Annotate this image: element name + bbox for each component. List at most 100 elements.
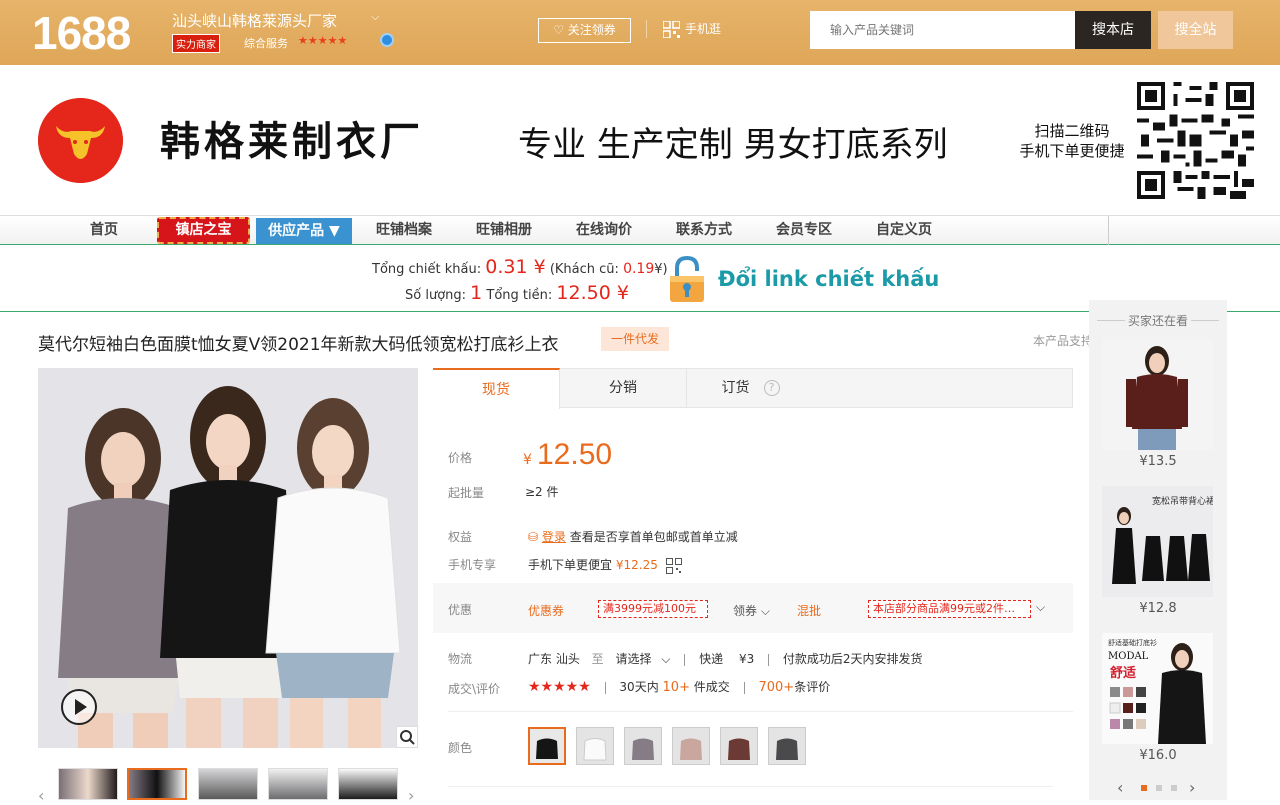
nav-custom[interactable]: 自定义页 [876,216,932,245]
nav-treasure[interactable]: 镇店之宝 [157,217,250,244]
color-swatch-black[interactable] [528,727,566,765]
nav-archive[interactable]: 旺铺档案 [376,216,432,245]
qr-tip-line1: 扫描二维码 [1034,122,1110,140]
color-swatch-dark-grey[interactable] [768,727,806,765]
coupon-tag[interactable]: 满3999元减100元 [598,600,708,618]
change-discount-link[interactable]: Đổi link chiết khấu [718,267,939,291]
mixed-batch-tag[interactable]: 本店部分商品满99元或2件… [868,600,1031,618]
thumbnail-strip: ‹ › [38,768,418,805]
chevron-down-icon[interactable]: ⌵ [1036,600,1045,615]
review-count[interactable]: 700+ [758,680,794,695]
buyers-also-viewing-panel: 买家还在看 ¥13.5 宽松吊带背心裙 ¥12.8 舒适基础打底衫 MODAL … [1089,300,1227,800]
product-photo: 宽松吊带背心裙 [1102,486,1213,597]
recommended-product-image[interactable]: 舒适基础打底衫 MODAL 舒适 [1102,633,1213,744]
play-video-icon[interactable] [60,688,98,726]
nav-inquiry[interactable]: 在线询价 [576,216,632,245]
claim-coupon-label: 领券 [733,604,758,618]
divider [646,20,647,38]
color-swatch-wine[interactable] [720,727,758,765]
color-swatch-grey[interactable] [624,727,662,765]
follow-coupon-button[interactable]: ♡ 关注领券 [538,18,631,43]
discount-summary: Tổng chiết khấu: 0.31 ¥ (Khách cũ: 0.19¥… [372,256,668,278]
divider [448,786,1053,787]
mobile-browse-link[interactable]: 手机逛 [663,20,721,38]
zoom-icon[interactable] [396,726,418,748]
dropship-tag: 一件代发 [601,327,669,351]
mixed-batch-label: 混批 [797,604,822,618]
thumbnail[interactable] [127,768,187,800]
wangwang-chat-icon[interactable] [380,33,394,47]
heart-icon: ♡ [553,23,568,37]
claim-coupon-button[interactable]: 领券 ⌵ [733,602,770,619]
mobile-price: ¥12.25 [615,558,658,572]
qr-tip-line2: 手机下单更便捷 [1019,142,1125,160]
moq-label: 起批量 [448,486,485,500]
nav-home[interactable]: 首页 [90,216,118,245]
logistics-destination-select[interactable]: 请选择 ⌵ [616,652,671,666]
logistics-label: 物流 [448,652,473,666]
brand-slogan: 专业 生产定制 男女打底系列 [518,125,948,165]
site-logo[interactable]: 1688 [32,6,131,60]
nav-supply-products[interactable]: 供应产品 ▼ [256,218,352,244]
promo-label: 优惠 [448,603,473,617]
chevron-left-icon[interactable]: ‹ [38,786,44,805]
logistics-from: 广东 汕头 [528,652,580,666]
shop-name[interactable]: 汕头峡山韩格莱源头厂家 [172,10,337,31]
mobile-browse-label: 手机逛 [685,22,722,36]
benefit-text: 查看是否享首单包邮或首单立减 [569,530,738,544]
carousel-dot[interactable] [1171,785,1177,791]
recommended-product-image[interactable] [1102,339,1213,450]
chevron-left-icon[interactable]: ‹ [1117,778,1123,797]
chevron-down-icon[interactable]: ⌵ [371,10,379,24]
top-bar: 1688 汕头峡山韩格莱源头厂家 ⌵ 实力商家 综合服务 ★★★★★ ♡ 关注领… [0,0,1280,65]
qr-code-icon[interactable] [665,557,682,574]
carousel-dot[interactable] [1141,785,1147,791]
recommended-price: ¥13.5 [1139,454,1177,469]
tab-spot[interactable]: 现货 [433,368,560,409]
color-swatch-white[interactable] [576,727,614,765]
tab-distribution[interactable]: 分销 [560,368,687,408]
review-unit: 条评价 [794,680,831,694]
lock-icon [670,255,704,302]
handwritten-label: 舒适 [1110,665,1136,681]
support-text: 本产品支持 [1033,334,1089,348]
swatch-image [625,728,661,764]
nav-album[interactable]: 旺铺相册 [476,216,532,245]
brand-title: 韩格莱制衣厂 [160,118,424,165]
thumbnail[interactable] [338,768,398,800]
divider [1108,216,1109,245]
logistics-row: 广东 汕头 至 请选择 ⌵ 快递 ¥3 付款成功后2天内安排发货 [528,650,923,667]
old-customer-unit: ¥) [654,262,668,277]
thumbnail[interactable] [268,768,328,800]
login-link[interactable]: 登录 [542,530,566,544]
swatch-image [769,728,805,764]
total-label: Tổng tiền: [486,288,553,303]
carousel-dot[interactable] [1156,785,1162,791]
thumbnail[interactable] [58,768,118,800]
recommended-caption: 舒适基础打底衫 [1108,638,1157,647]
deal-count: 10+ [662,680,690,695]
color-swatch-pink[interactable] [672,727,710,765]
recommended-product-image[interactable]: 宽松吊带背心裙 [1102,486,1213,597]
qr-tip: 扫描二维码 手机下单更便捷 [1012,121,1132,161]
purchase-mode-tabs: 现货 分销 订货? [433,368,1073,409]
tab-order[interactable]: 订货? [687,368,814,408]
search-all-button[interactable]: 搜全站 [1158,11,1233,49]
logistics-destination-label: 请选择 [615,652,652,666]
nav-contact[interactable]: 联系方式 [676,216,732,245]
divider [743,681,745,694]
benefit-row: ⛁ 登录 查看是否享首单包邮或首单立减 [528,528,738,545]
help-icon[interactable]: ? [763,380,780,396]
chevron-right-icon[interactable]: › [1189,778,1195,797]
product-main-image[interactable] [38,368,418,748]
search-shop-button[interactable]: 搜本店 [1075,11,1151,49]
search-input[interactable] [810,11,1075,49]
deal-review-row: ★★★★★ 30天内 10+ 件成交 700+条评价 [528,678,830,695]
chevron-right-icon[interactable]: › [408,786,414,805]
service-rating-label: 综合服务 [244,37,288,50]
logistics-express: 快递 [699,652,724,666]
shop-nav: 首页 镇店之宝 供应产品 ▼ 旺铺档案 旺铺相册 在线询价 联系方式 会员专区 … [0,215,1280,245]
rating-stars: ★★★★★ [528,679,591,695]
nav-member[interactable]: 会员专区 [776,216,832,245]
thumbnail[interactable] [198,768,258,800]
